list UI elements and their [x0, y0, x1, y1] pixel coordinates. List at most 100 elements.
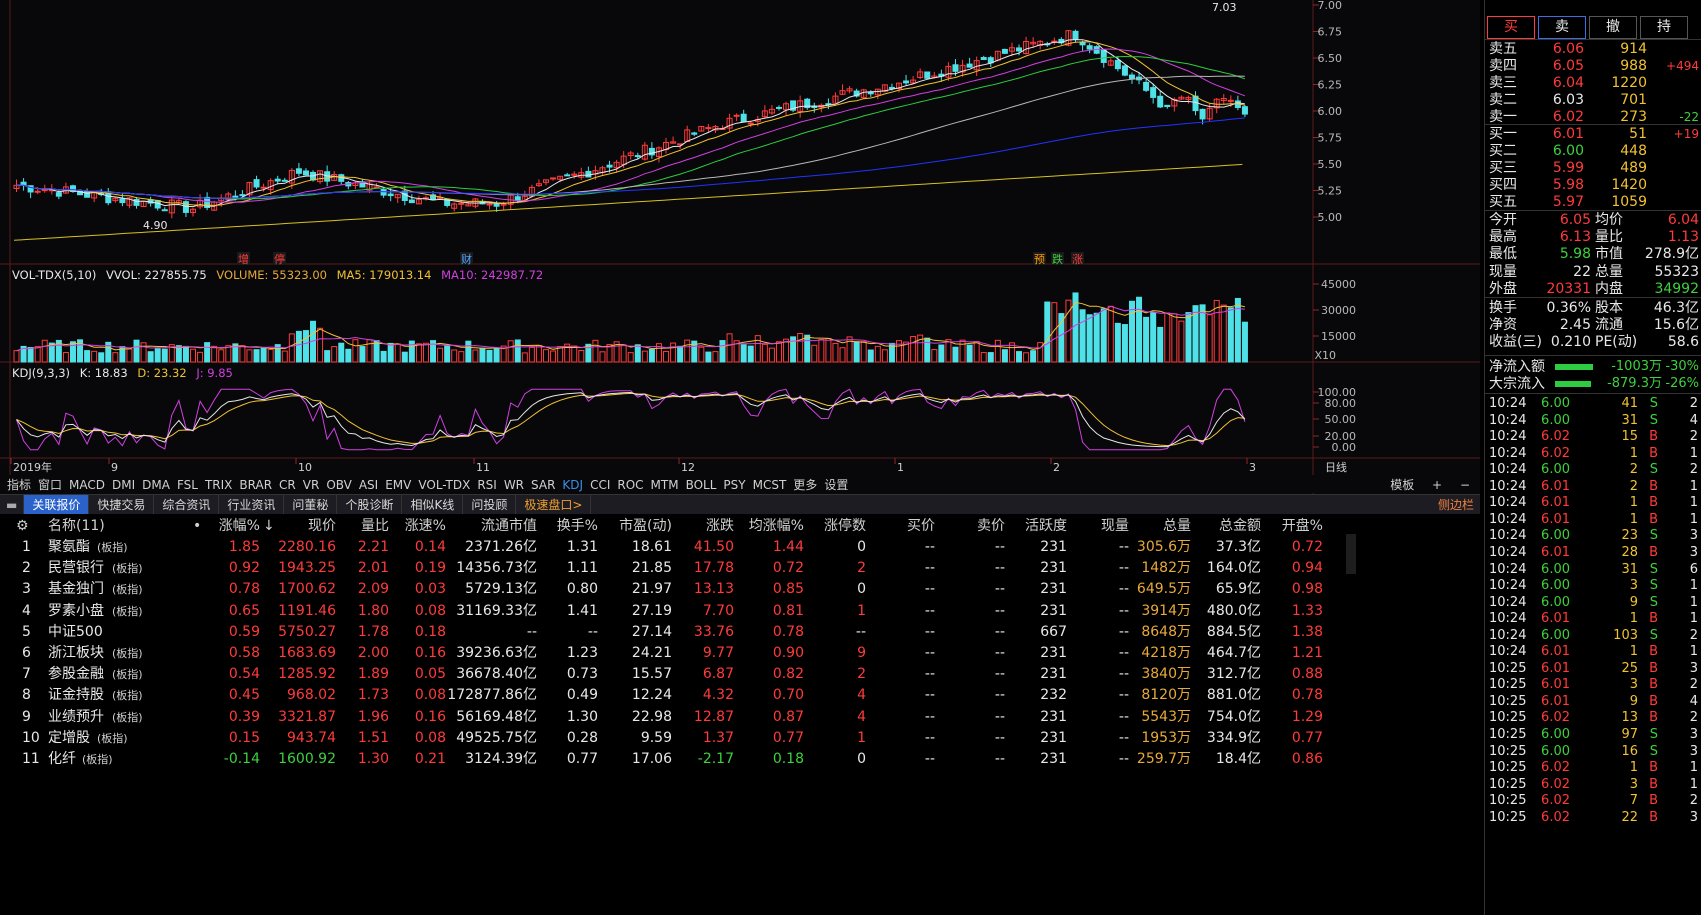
stock-name[interactable]: 民营银行 — [48, 557, 104, 580]
stock-name[interactable]: 基金独门 — [48, 578, 104, 601]
orderbook-row[interactable]: 卖三 6.04 1220 — [1485, 74, 1701, 92]
indicator-tab[interactable]: BOLL — [686, 475, 717, 495]
table-row[interactable]: 5 中证500 0.59 5750.27 1.78 0.18 -- -- 27.14 33.76 0… — [0, 621, 1470, 644]
column-header[interactable]: 均涨幅% — [749, 515, 804, 538]
column-header[interactable]: 换手% — [557, 515, 598, 538]
stock-name[interactable]: 业绩预升 — [48, 706, 104, 729]
indicator-tab[interactable]: ASI — [359, 475, 378, 495]
stock-name[interactable]: 化纤 — [48, 748, 76, 771]
trade-button-3[interactable]: 持 — [1640, 16, 1688, 39]
indicator-tab[interactable]: 指标 — [7, 475, 31, 495]
column-header[interactable]: 量比 — [361, 515, 389, 538]
orderbook-row[interactable]: 卖四 6.05 988 +494 — [1485, 57, 1701, 75]
table-scrollbar[interactable] — [1346, 534, 1356, 574]
column-header[interactable]: 涨停数 — [824, 515, 866, 538]
indicator-tab[interactable]: VR — [303, 475, 320, 495]
table-row[interactable]: 8 证金持股 (板指) 0.45 968.02 1.73 0.08 172877.86亿 0.4… — [0, 684, 1470, 707]
indicator-tab[interactable]: MTM — [651, 475, 679, 495]
table-row[interactable]: 6 浙江板块 (板指) 0.58 1683.69 2.00 0.16 39236.63亿 1.2… — [0, 642, 1470, 665]
volume-bar — [1227, 307, 1234, 363]
indicator-tab[interactable]: 窗口 — [38, 475, 62, 495]
trade-button-2[interactable]: 撤 — [1589, 16, 1637, 39]
column-header[interactable]: 市盈(动) — [619, 515, 672, 538]
kline-chart-svg[interactable]: 7.00 6.75 6.50 6.25 6.00 5.75 5.50 5.25 5.00 7.03… — [0, 0, 1480, 510]
column-header[interactable]: 活跃度 — [1025, 515, 1067, 538]
bottom-tab[interactable]: 个股诊断 — [337, 495, 403, 516]
indicator-tab[interactable]: CR — [279, 475, 296, 495]
stock-name[interactable]: 中证500 — [48, 621, 103, 644]
template-button[interactable]: 模板 — [1390, 475, 1414, 495]
indicator-tab[interactable]: RSI — [477, 475, 497, 495]
bottom-tab[interactable]: 问投顾 — [463, 495, 517, 516]
bottom-tab[interactable]: 综合资讯 — [154, 495, 220, 516]
table-row[interactable]: 3 基金独门 (板指) 0.78 1700.62 2.09 0.03 5729.13亿 0.80… — [0, 578, 1470, 601]
minus-button[interactable]: − — [1460, 475, 1470, 495]
indicator-tab[interactable]: OBV — [326, 475, 352, 495]
indicator-tab[interactable]: FSL — [177, 475, 198, 495]
indicator-tab[interactable]: 更多 — [793, 475, 817, 495]
column-header[interactable]: 现量 — [1101, 515, 1129, 538]
column-header[interactable]: 名称(11) — [48, 515, 105, 538]
stock-name[interactable]: 参股金融 — [48, 663, 104, 686]
table-row[interactable]: 4 罗素小盘 (板指) 0.65 1191.46 1.80 0.08 31169.33亿 1.4… — [0, 600, 1470, 623]
kline-chart-area[interactable]: 7.00 6.75 6.50 6.25 6.00 5.75 5.50 5.25 5.00 7.03… — [0, 0, 1480, 510]
indicator-tab[interactable]: WR — [504, 475, 524, 495]
orderbook-row[interactable]: 买四 5.98 1420 — [1485, 176, 1701, 194]
table-row[interactable]: 11 化纤 (板指) -0.14 1600.92 1.30 0.21 3124.39亿 0.77… — [0, 748, 1470, 771]
indicator-tab[interactable]: CCI — [590, 475, 610, 495]
orderbook-row[interactable]: 买五 5.97 1059 — [1485, 193, 1701, 211]
orderbook-row[interactable]: 买二 6.00 448 — [1485, 142, 1701, 160]
column-header[interactable]: 卖价 — [977, 515, 1005, 538]
table-row[interactable]: 2 民营银行 (板指) 0.92 1943.25 2.01 0.19 14356.73亿 1.1… — [0, 557, 1470, 580]
indicator-tab[interactable]: TRIX — [205, 475, 232, 495]
column-header[interactable]: 涨幅% — [219, 515, 260, 538]
column-header[interactable]: 总量 — [1163, 515, 1191, 538]
table-row[interactable]: 9 业绩预升 (板指) 0.39 3321.87 1.96 0.16 56169.48亿 1.3… — [0, 706, 1470, 729]
column-header[interactable]: 涨跌 — [706, 515, 734, 538]
indicator-tab[interactable]: MCST — [753, 475, 787, 495]
indicator-tab[interactable]: MACD — [69, 475, 105, 495]
table-row[interactable]: 10 定增股 (板指) 0.15 943.74 1.51 0.08 49525.75亿 0.28… — [0, 727, 1470, 750]
bottom-tab[interactable]: 相似K线 — [402, 495, 464, 516]
orderbook-row[interactable]: 买三 5.99 489 — [1485, 159, 1701, 177]
sort-desc-icon[interactable]: ↓ — [263, 515, 275, 538]
collapse-icon[interactable]: ▬ — [0, 495, 25, 516]
stock-name[interactable]: 浙江板块 — [48, 642, 104, 665]
column-header[interactable]: 流通市值 — [481, 515, 537, 538]
column-header[interactable]: 开盘% — [1282, 515, 1323, 538]
indicator-tab[interactable]: SAR — [531, 475, 555, 495]
orderbook-row[interactable]: 买一 6.01 51 +19 — [1485, 125, 1701, 143]
indicator-tab[interactable]: BRAR — [239, 475, 272, 495]
trade-button-0[interactable]: 买 — [1487, 16, 1535, 39]
column-header[interactable]: 总金额 — [1219, 515, 1261, 538]
settings-gear-icon[interactable]: ⚙ — [16, 515, 29, 538]
indicator-tab[interactable]: 设置 — [824, 475, 848, 495]
indicator-tab[interactable]: DMA — [142, 475, 170, 495]
add-button[interactable]: + — [1432, 475, 1442, 495]
orderbook-row[interactable]: 卖二 6.03 701 — [1485, 91, 1701, 109]
bottom-tab[interactable]: 关联报价 — [24, 495, 90, 516]
indicator-tab[interactable]: ROC — [617, 475, 643, 495]
indicator-tab[interactable]: EMV — [385, 475, 411, 495]
table-row[interactable]: 1 聚氨酯 (板指) 1.85 2280.16 2.21 0.14 2371.26亿 1.31 1… — [0, 536, 1470, 559]
stock-name[interactable]: 定增股 — [48, 727, 90, 750]
stock-name[interactable]: 证金持股 — [48, 684, 104, 707]
indicator-tab[interactable]: VOL-TDX — [418, 475, 470, 495]
stock-name[interactable]: 罗素小盘 — [48, 600, 104, 623]
indicator-tab[interactable]: DMI — [112, 475, 135, 495]
stock-name[interactable]: 聚氨酯 — [48, 536, 90, 559]
column-header[interactable]: 现价 — [308, 515, 336, 538]
indicator-tab[interactable]: KDJ — [562, 475, 583, 495]
indicator-tab[interactable]: PSY — [723, 475, 745, 495]
trade-button-1[interactable]: 卖 — [1538, 16, 1586, 39]
bottom-tab[interactable]: 快捷交易 — [89, 495, 155, 516]
sidebar-toggle[interactable]: 侧边栏 — [1438, 495, 1474, 516]
bottom-tab[interactable]: 行业资讯 — [219, 495, 285, 516]
column-header[interactable]: 买价 — [907, 515, 935, 538]
bottom-tab[interactable]: 极速盘口> — [516, 495, 592, 516]
column-header[interactable]: 涨速% — [405, 515, 446, 538]
bottom-tab[interactable]: 问董秘 — [284, 495, 338, 516]
orderbook-row[interactable]: 卖五 6.06 914 — [1485, 40, 1701, 58]
table-row[interactable]: 7 参股金融 (板指) 0.54 1285.92 1.89 0.05 36678.40亿 0.7… — [0, 663, 1470, 686]
tick-price: 6.02 — [1541, 445, 1570, 461]
